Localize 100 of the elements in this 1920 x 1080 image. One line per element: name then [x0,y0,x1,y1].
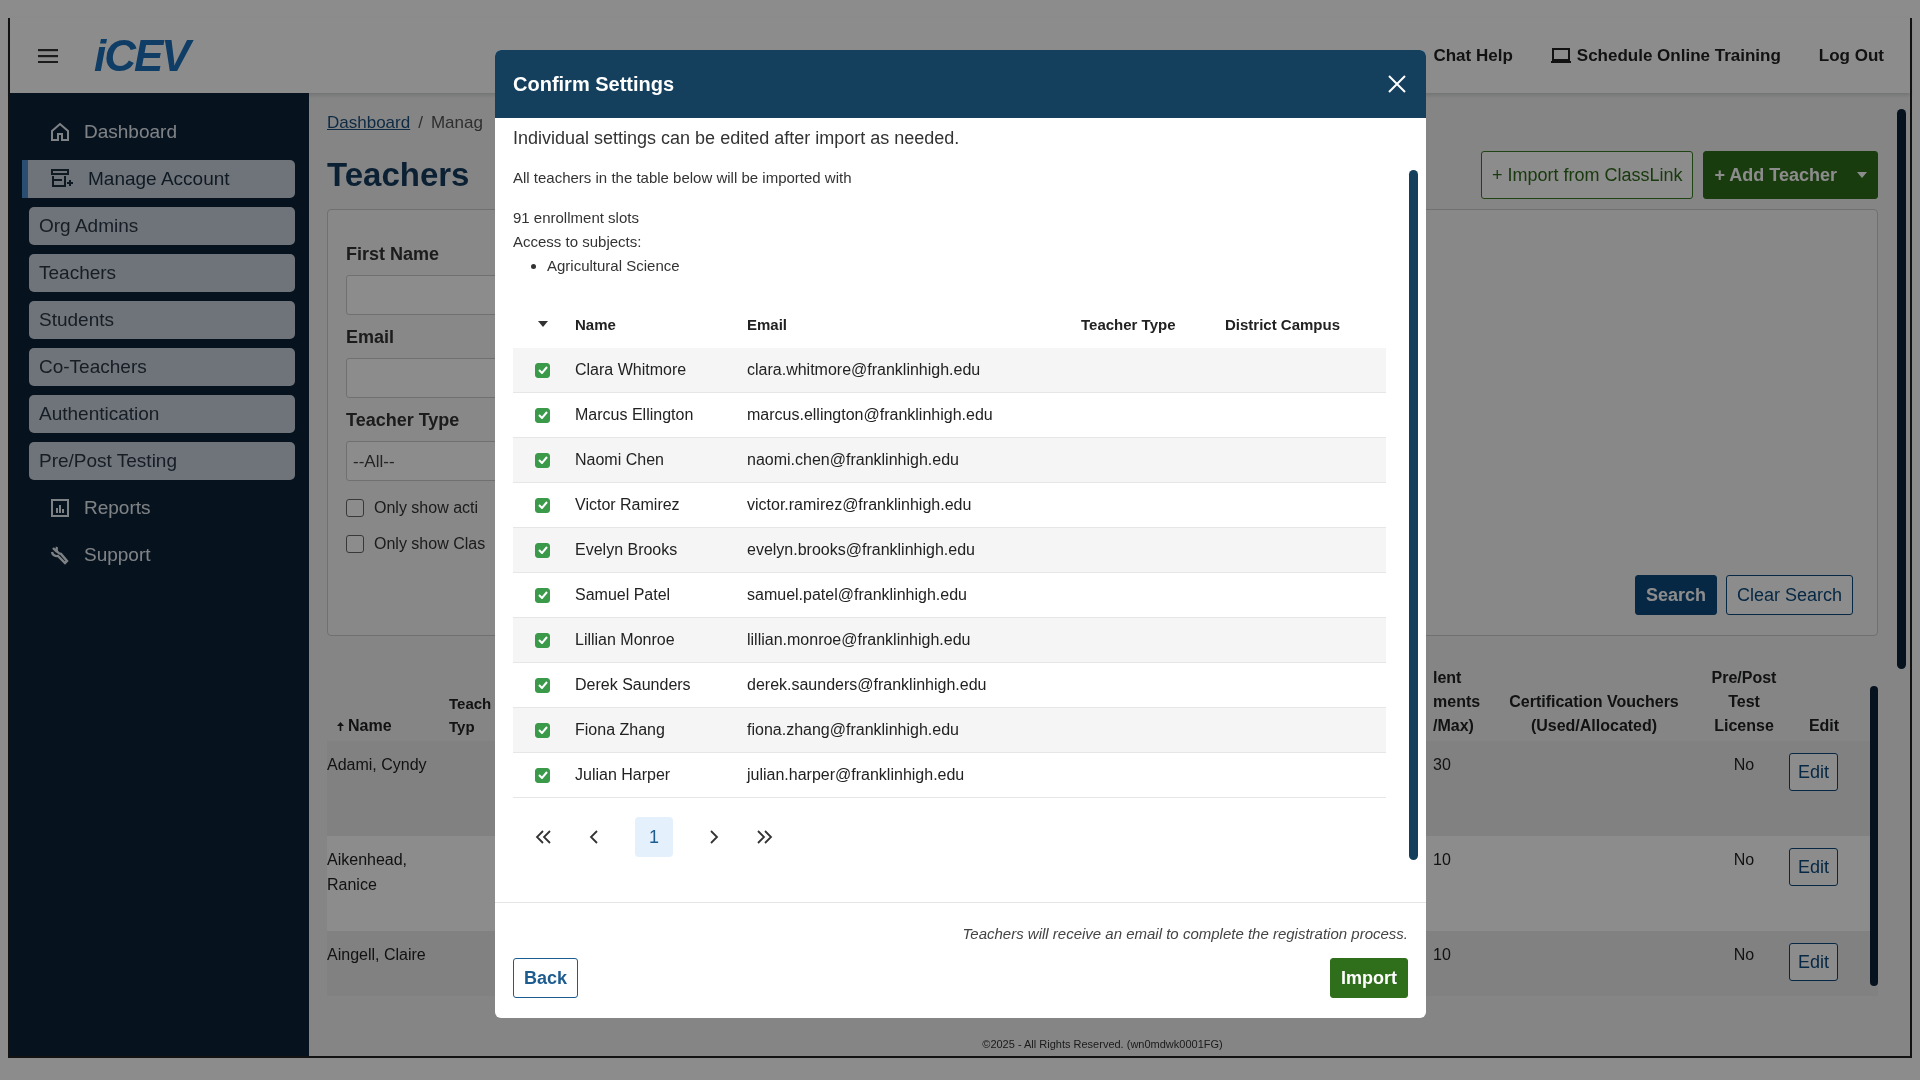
breadcrumb-link[interactable]: Dashboard [327,113,411,133]
checkbox[interactable] [535,767,550,783]
license-cell-text: No [1732,945,1756,965]
import-button[interactable]: + Import from ClassLink [1480,151,1694,199]
checkbox[interactable] [535,632,550,648]
field-label: Teacher Type [346,410,461,431]
checkbox[interactable] [535,722,550,738]
scrollbar[interactable] [1897,109,1906,669]
name-cell-text: Samuel Patel [575,586,672,604]
column-header: Email [747,315,789,333]
breadcrumb-current: Manag [430,113,483,133]
email-cell-text: victor.ramirez@franklinhigh.edu [747,496,973,514]
name-cell-text: Aikenhead, Ranice [327,850,409,895]
caret-icon [1857,172,1867,178]
name-cell-text: Marcus Ellington [575,406,695,424]
home-icon [50,122,70,142]
name-cell-text: Fiona Zhang [575,721,666,739]
checkbox[interactable] [535,407,550,423]
field-label: Email [346,327,396,348]
nav-link[interactable]: Chat Help [1433,45,1513,66]
checkbox[interactable] [346,535,364,553]
name-cell-text: Derek Saunders [575,676,692,694]
sidebar-item[interactable]: Teachers [29,254,295,292]
email-cell-text: marcus.ellington@franklinhigh.edu [747,406,994,424]
name-cell-text: Aingell, Claire [327,945,427,965]
email-cell-text: clara.whitmore@franklinhigh.edu [747,361,982,379]
checkbox[interactable] [535,542,550,558]
checkbox[interactable] [535,497,550,513]
column-header: District Campus [1225,315,1342,333]
name-cell-text: Lillian Monroe [575,631,676,649]
column-header: lent ments /Max) [1433,668,1482,736]
clear-search-button[interactable]: Clear Search [1725,575,1853,615]
copyright: ©2025 - All Rights Reserved. (wn0mdwk0001FG) [981,1038,1224,1052]
page-button[interactable]: 1 [635,817,673,857]
email-cell-text: derek.saunders@franklinhigh.edu [747,676,988,694]
last-page-icon[interactable] [755,830,773,844]
first-page-icon[interactable] [535,830,553,844]
checkbox[interactable] [346,499,364,517]
sidebar-item[interactable]: Dashboard [22,113,295,151]
import-button[interactable]: Import [1330,958,1408,998]
checkbox[interactable] [535,587,550,603]
column-header: Certification Vouchers (Used/Allocated) [1508,692,1680,736]
sort-arrow-icon [337,722,344,731]
email-cell-text: naomi.chen@franklinhigh.edu [747,451,960,469]
previous-page-icon[interactable] [589,830,599,844]
sidebar-item[interactable]: Students [29,301,295,339]
add-teacher-button[interactable]: + Add Teacher [1703,151,1878,199]
column-header: Pre/Post Test License [1710,668,1778,736]
name-cell-text: Adami, Cyndy [327,755,428,775]
nav-link[interactable]: Log Out [1818,45,1884,66]
scrollbar[interactable] [1870,686,1878,986]
modal-title: Confirm Settings [513,72,675,96]
name-cell-text: Victor Ramirez [575,496,681,514]
sidebar-item[interactable]: Authentication [29,395,295,433]
checkbox[interactable] [535,452,550,468]
search-button[interactable]: Search [1634,575,1717,615]
column-header: Name [575,315,617,333]
checkbox-label: Only show Clas [374,535,486,553]
sidebar-item[interactable]: Support [22,536,295,574]
email-cell-text: fiona.zhang@franklinhigh.edu [747,721,960,739]
name-cell-text: Julian Harper [575,766,672,784]
enrollment-cell-text: 10 [1433,945,1452,965]
menu-icon[interactable] [38,48,58,63]
checkbox[interactable] [535,677,550,693]
footer-note: Teachers will receive an email to complete the registration process. [961,925,1408,942]
email-cell-text: julian.harper@franklinhigh.edu [747,766,966,784]
note-text: All teachers in the table below will be imported with [513,169,853,186]
bullet-icon [531,263,536,269]
subjects-label: Access to subjects: [513,232,643,252]
email-cell-text: evelyn.brooks@franklinhigh.edu [747,541,976,559]
back-button[interactable]: Back [513,958,579,998]
intro-text: Individual settings can be edited after import as needed. [513,128,961,149]
enrollment-cell-text: 30 [1433,755,1452,775]
scrollbar[interactable] [1409,170,1418,860]
caret-icon[interactable] [538,321,548,327]
email-cell-text: samuel.patel@franklinhigh.edu [747,586,968,604]
column-header[interactable]: Name [327,714,449,738]
wrench-icon [50,545,70,565]
name-cell-text: Naomi Chen [575,451,665,469]
enrollment-cell-text: 10 [1433,850,1452,870]
name-cell-text: Evelyn Brooks [575,541,679,559]
checkbox[interactable] [535,362,550,378]
close-icon[interactable] [1388,75,1406,93]
column-header: Teach Typ [449,694,493,737]
sidebar-item[interactable]: Org Admins [29,207,295,245]
license-cell-text: No [1732,850,1756,870]
edit-button[interactable]: Edit [1789,943,1839,981]
nav-link[interactable]: Schedule Online Training [1550,45,1781,66]
sidebar-item[interactable]: Manage Account [22,160,295,198]
name-cell-text: Clara Whitmore [575,361,688,379]
sidebar-item[interactable]: Reports [22,489,295,527]
sidebar-item[interactable]: Pre/Post Testing [29,442,295,480]
edit-button[interactable]: Edit [1789,753,1839,791]
next-page-icon[interactable] [709,830,719,844]
monitor-icon [1550,47,1571,64]
chart-icon [50,498,70,518]
breadcrumb-separator: / [418,113,423,133]
edit-button[interactable]: Edit [1789,848,1839,886]
sidebar-item[interactable]: Co-Teachers [29,348,295,386]
license-cell-text: No [1732,755,1756,775]
